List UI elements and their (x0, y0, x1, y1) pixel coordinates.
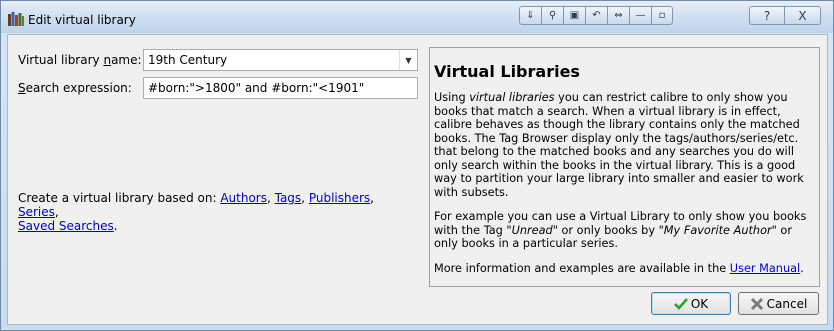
cross-icon (750, 297, 763, 310)
p2-b: or only books by (557, 223, 659, 237)
create-suffix: . (113, 219, 118, 233)
pin-icon[interactable]: ⚲ (541, 6, 563, 25)
series-link[interactable]: Series (18, 205, 55, 219)
p1-before: Using (434, 91, 470, 104)
minimize-icon[interactable]: — (629, 6, 651, 25)
p3-after: . (800, 261, 804, 275)
p1-after: you can restrict calibre to only show yo… (434, 91, 804, 199)
roll-up-icon[interactable]: ▣ (563, 6, 585, 25)
close-button[interactable]: X (785, 6, 821, 25)
saved-searches-link[interactable]: Saved Searches (18, 219, 114, 233)
user-manual-link[interactable]: User Manual (730, 262, 800, 275)
title-toolbar: ⇓ ⚲ ▣ ↶ ⇔ — ▫ (519, 6, 673, 26)
dialog-body: Virtual library name: 19th Century ▼ Sea… (7, 34, 828, 325)
resize-icon[interactable]: ⇔ (607, 6, 629, 25)
ok-label: OK (690, 296, 709, 311)
name-label-part2: ame: (111, 53, 142, 67)
publishers-link[interactable]: Publishers (309, 191, 370, 205)
chevron-down-icon[interactable]: ▼ (399, 50, 417, 70)
restore-icon[interactable]: ▫ (651, 6, 673, 25)
menu-down-icon[interactable]: ⇓ (519, 6, 541, 25)
create-library-line: Create a virtual library based on: Autho… (18, 191, 374, 233)
name-label: Virtual library name: (18, 53, 142, 67)
name-label-part1: Virtual library (18, 53, 104, 67)
name-label-mnemonic: n (103, 53, 112, 67)
help-paragraph-1: Using virtual libraries you can restrict… (434, 91, 815, 199)
p1-italic: virtual libraries (469, 91, 555, 104)
p3-before: More information and examples are availa… (434, 261, 730, 275)
help-panel: Virtual Libraries Using virtual librarie… (429, 47, 820, 287)
help-button[interactable]: ? (749, 6, 785, 25)
title-bar[interactable]: Edit virtual library ⇓ ⚲ ▣ ↶ ⇔ — ▫ ? X (1, 1, 833, 33)
cancel-button[interactable]: Cancel (738, 292, 819, 315)
window-controls: ? X (749, 6, 821, 26)
ok-button[interactable]: OK (651, 292, 731, 315)
authors-link[interactable]: Authors (220, 191, 267, 205)
undo-arrow-icon[interactable]: ↶ (585, 6, 607, 25)
search-label: Search expression: (18, 81, 132, 95)
edit-virtual-library-window: Edit virtual library ⇓ ⚲ ▣ ↶ ⇔ — ▫ ? X V… (0, 0, 834, 331)
create-prefix: Create a virtual library based on: (18, 191, 221, 205)
search-label-mnemonic: S (18, 81, 26, 95)
p2-italic-1: "Unread" (506, 223, 558, 237)
tags-link[interactable]: Tags (275, 191, 302, 205)
library-books-icon (8, 12, 24, 26)
library-name-combobox[interactable]: 19th Century ▼ (143, 49, 418, 71)
library-name-value: 19th Century (148, 53, 228, 67)
help-paragraph-2: For example you can use a Virtual Librar… (434, 210, 815, 251)
p2-italic-2: "My Favorite Author" (658, 223, 777, 237)
checkmark-icon (673, 297, 688, 310)
search-expression-input[interactable]: #born:">1800" and #born:"<1901" (143, 77, 418, 99)
cancel-label: Cancel (766, 296, 808, 311)
help-heading: Virtual Libraries (434, 62, 580, 81)
window-title: Edit virtual library (28, 13, 136, 27)
help-paragraph-3: More information and examples are availa… (434, 262, 815, 276)
search-label-rest: earch expression: (25, 81, 132, 95)
